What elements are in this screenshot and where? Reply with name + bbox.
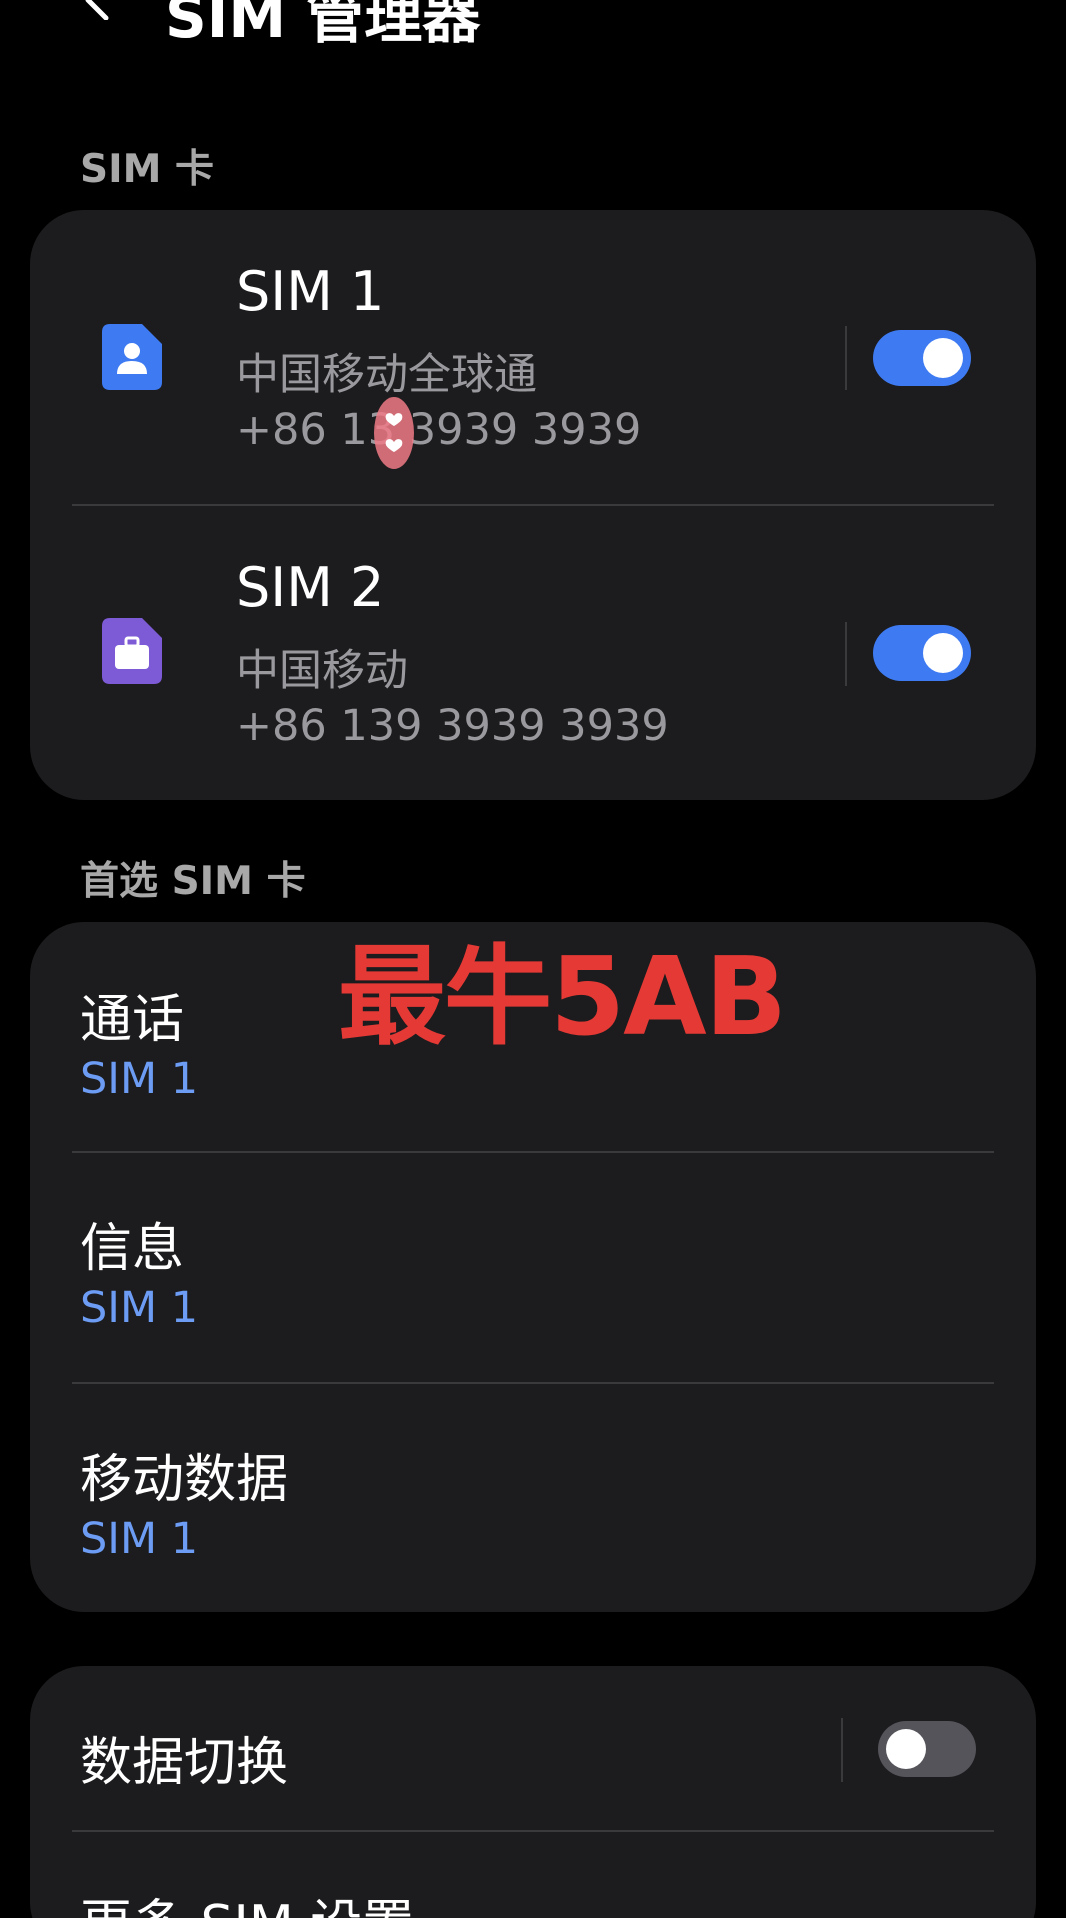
- sim-cards-card: SIM 1 中国移动全球通 +86 13 3939 3939 SIM 2 中国移…: [30, 210, 1036, 800]
- toggle-knob: [886, 1729, 926, 1769]
- data-switch-toggle[interactable]: [878, 1721, 976, 1777]
- sim-1-toggle[interactable]: [873, 330, 971, 386]
- sim-carrier: 中国移动: [236, 646, 408, 696]
- vertical-separator: [845, 622, 847, 686]
- page-title: SIM 管理器: [165, 0, 481, 51]
- pref-row-messages[interactable]: 信息 SIM 1: [30, 1153, 1036, 1382]
- pref-value: SIM 1: [80, 1514, 199, 1564]
- sim-number: +86 139 3939 3939: [236, 701, 669, 751]
- pref-value: SIM 1: [80, 1054, 199, 1104]
- data-switch-row[interactable]: 数据切换: [30, 1666, 1036, 1830]
- toggle-knob: [923, 633, 963, 673]
- pref-title: 移动数据: [80, 1450, 289, 1510]
- pref-title: 信息: [80, 1219, 185, 1279]
- back-chevron-icon[interactable]: [80, 0, 120, 20]
- sim-name: SIM 1: [236, 260, 385, 323]
- section-label-sim-cards: SIM 卡: [80, 147, 214, 192]
- sim-name: SIM 2: [236, 556, 385, 619]
- vertical-separator: [845, 326, 847, 390]
- app-header: SIM 管理器: [0, 0, 1066, 58]
- watermark-text: 最牛5AB: [338, 935, 787, 1060]
- section-label-preferred-sim: 首选 SIM 卡: [80, 859, 306, 904]
- more-settings-card: 数据切换 更多 SIM 设置: [30, 1666, 1036, 1918]
- sim-card-briefcase-icon: [102, 618, 162, 684]
- toggle-knob: [923, 338, 963, 378]
- sim-row-1[interactable]: SIM 1 中国移动全球通 +86 13 3939 3939: [30, 210, 1036, 505]
- heart-sticker-icon: [374, 397, 414, 469]
- pref-title: 通话: [80, 990, 185, 1050]
- vertical-separator: [841, 1718, 843, 1782]
- sim-carrier: 中国移动全球通: [236, 350, 537, 400]
- sim-card-person-icon: [102, 324, 162, 390]
- pref-row-mobile-data[interactable]: 移动数据 SIM 1: [30, 1384, 1036, 1612]
- data-switch-label: 数据切换: [80, 1733, 289, 1793]
- sim-row-2[interactable]: SIM 2 中国移动 +86 139 3939 3939: [30, 506, 1036, 800]
- more-sim-settings-row[interactable]: 更多 SIM 设置: [30, 1832, 1036, 1918]
- more-sim-settings-label: 更多 SIM 设置: [80, 1882, 414, 1918]
- sim-2-toggle[interactable]: [873, 625, 971, 681]
- sim-number: +86 13 3939 3939: [236, 405, 642, 455]
- pref-value: SIM 1: [80, 1283, 199, 1333]
